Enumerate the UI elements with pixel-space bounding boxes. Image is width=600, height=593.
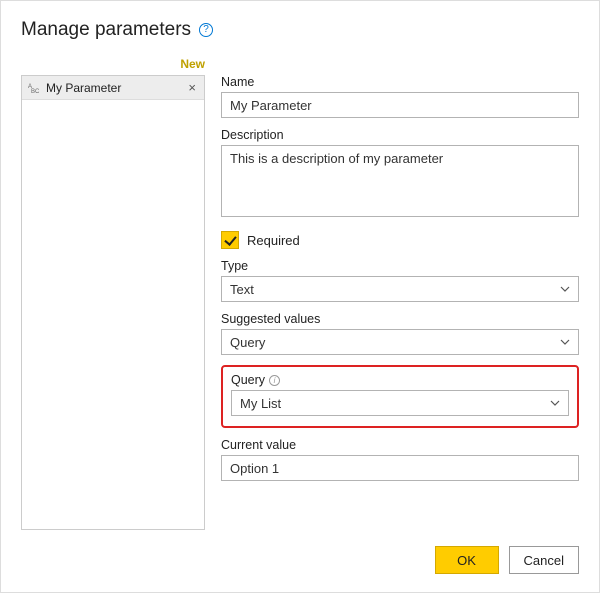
chevron-down-icon [560,284,570,294]
name-label: Name [221,75,579,89]
parameter-list-item[interactable]: A BC My Parameter × [22,76,204,100]
query-label: Query i [231,373,569,387]
chevron-down-icon [550,398,560,408]
name-input[interactable] [221,92,579,118]
query-select-value: My List [240,396,281,411]
current-value-input[interactable] [221,455,579,481]
suggested-values-select[interactable]: Query [221,329,579,355]
type-label: Type [221,259,579,273]
query-label-text: Query [231,373,265,387]
type-select-value: Text [230,282,254,297]
text-type-icon: A BC [28,82,42,93]
description-textarea[interactable] [221,145,579,217]
dialog-header: Manage parameters ? [21,19,579,41]
info-icon[interactable]: i [269,375,280,386]
required-label: Required [247,233,300,248]
cancel-button[interactable]: Cancel [509,546,579,574]
current-value-label: Current value [221,438,579,452]
parameter-list: A BC My Parameter × [21,75,205,530]
parameter-item-label: My Parameter [42,81,186,95]
suggested-values-label: Suggested values [221,312,579,326]
dialog-title: Manage parameters [21,19,191,41]
required-checkbox[interactable] [221,231,239,249]
dialog-footer: OK Cancel [21,546,579,574]
type-select[interactable]: Text [221,276,579,302]
query-select[interactable]: My List [231,390,569,416]
suggested-values-select-value: Query [230,335,265,350]
svg-text:BC: BC [31,89,40,93]
query-group-highlight: Query i My List [221,365,579,428]
description-label: Description [221,128,579,142]
new-parameter-button[interactable]: New [21,55,205,73]
help-icon[interactable]: ? [199,23,213,37]
chevron-down-icon [560,337,570,347]
ok-button[interactable]: OK [435,546,499,574]
close-icon[interactable]: × [186,80,198,95]
